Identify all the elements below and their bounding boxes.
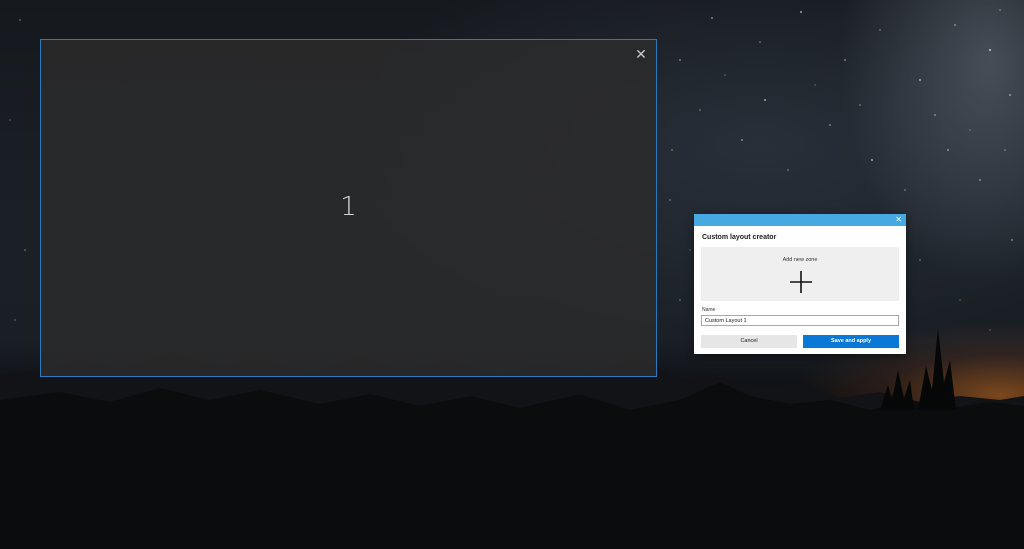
dialog-titlebar[interactable]: ✕ <box>694 214 906 226</box>
dialog-title: Custom layout creator <box>702 234 777 241</box>
plus-icon <box>790 271 812 293</box>
save-and-apply-button[interactable]: Save and apply <box>803 335 899 348</box>
desktop-wallpaper: ✕ 1 ✕ Custom layout creator Add new zone… <box>0 0 1024 549</box>
name-label: Name <box>702 307 716 313</box>
close-icon[interactable]: ✕ <box>895 214 902 226</box>
zone-1[interactable]: ✕ 1 <box>40 39 657 377</box>
close-icon[interactable]: ✕ <box>634 47 648 61</box>
cancel-button[interactable]: Cancel <box>701 335 797 348</box>
zone-number: 1 <box>340 192 357 222</box>
custom-layout-dialog: ✕ Custom layout creator Add new zone Nam… <box>694 214 906 354</box>
add-new-zone-button[interactable]: Add new zone <box>701 247 899 301</box>
add-new-zone-label: Add new zone <box>782 257 818 263</box>
layout-name-input[interactable] <box>701 315 899 326</box>
